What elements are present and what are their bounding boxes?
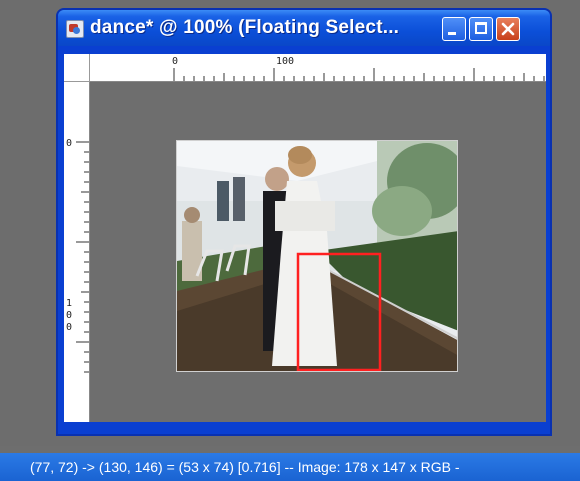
minimize-button[interactable]	[442, 17, 466, 41]
minimize-icon	[448, 32, 456, 35]
dance-photo[interactable]	[176, 140, 458, 372]
window-title: dance* @ 100% (Floating Select...	[90, 17, 400, 38]
ruler-label-100: 100	[276, 56, 295, 67]
status-bar: (77, 72) -> (130, 146) = (53 x 74) [0.71…	[0, 453, 580, 481]
horizontal-ruler-ticks	[173, 68, 545, 81]
photo-scene	[177, 141, 457, 371]
maximize-icon	[475, 22, 487, 34]
ruler-corner	[64, 54, 90, 82]
vruler-label-0c: 0	[66, 322, 73, 333]
status-text: (77, 72) -> (130, 146) = (53 x 74) [0.71…	[30, 459, 460, 475]
vruler-label-0: 0	[66, 138, 73, 149]
canvas-area[interactable]	[90, 82, 546, 422]
document-window[interactable]: dance* @ 100% (Floating Select... 0 100 …	[56, 8, 552, 436]
maximize-button[interactable]	[469, 17, 493, 41]
vertical-ruler[interactable]: 0 1 0 0	[64, 82, 90, 422]
vruler-label-0b: 0	[66, 310, 73, 321]
ruler-label-0: 0	[172, 56, 179, 67]
close-icon	[501, 22, 515, 36]
horizontal-ruler[interactable]: 0 100	[90, 54, 546, 82]
paint-shop-icon[interactable]	[66, 20, 84, 38]
title-bar[interactable]: dance* @ 100% (Floating Select...	[58, 10, 550, 46]
vertical-ruler-ticks	[76, 141, 89, 373]
vruler-label-1: 1	[66, 298, 73, 309]
close-button[interactable]	[496, 17, 520, 41]
